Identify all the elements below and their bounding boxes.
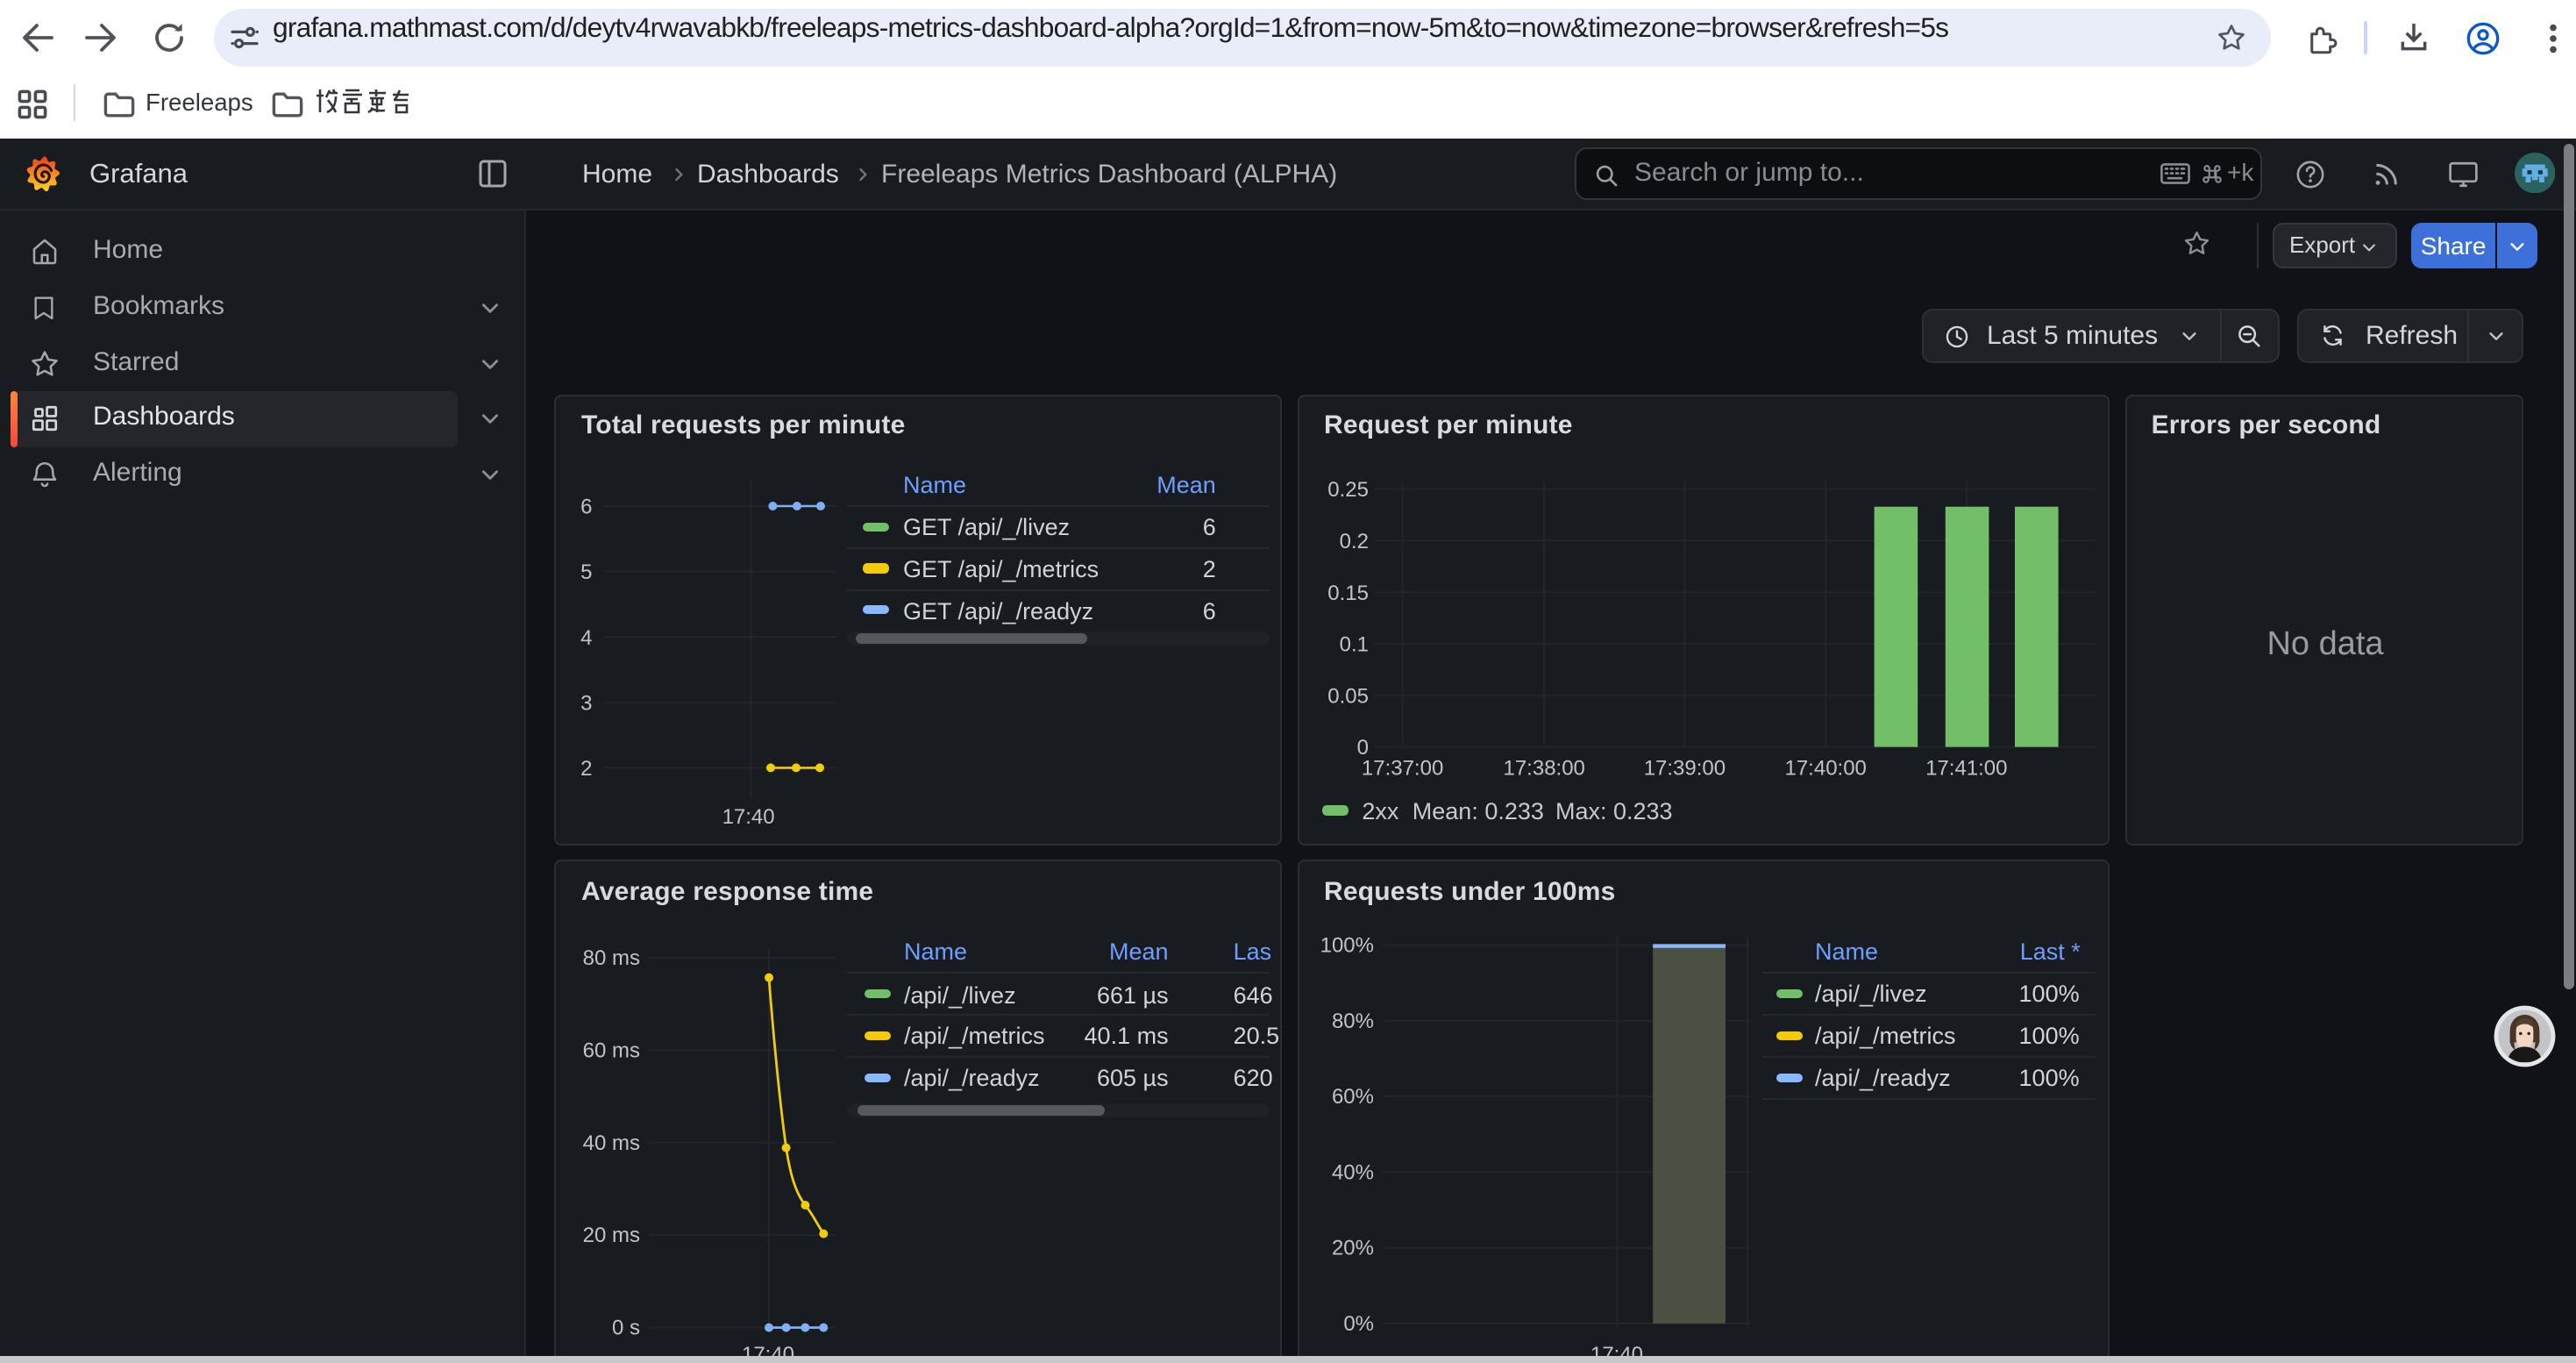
- svg-text:17:41:00: 17:41:00: [1925, 756, 2007, 780]
- svg-text:3: 3: [580, 690, 592, 714]
- svg-text:20%: 20%: [1332, 1237, 1374, 1260]
- svg-text:60%: 60%: [1332, 1085, 1374, 1109]
- svg-text:0.15: 0.15: [1327, 581, 1369, 604]
- svg-text:17:40:00: 17:40:00: [1784, 756, 1866, 780]
- svg-text:0.25: 0.25: [1327, 477, 1369, 501]
- svg-text:6: 6: [580, 495, 592, 518]
- svg-text:0.05: 0.05: [1327, 683, 1369, 707]
- svg-text:80%: 80%: [1332, 1010, 1374, 1033]
- svg-text:20 ms: 20 ms: [583, 1224, 640, 1247]
- svg-text:40 ms: 40 ms: [583, 1131, 640, 1155]
- svg-text:0 s: 0 s: [612, 1317, 640, 1340]
- svg-text:2: 2: [580, 756, 592, 780]
- svg-text:5: 5: [580, 560, 592, 583]
- svg-text:60 ms: 60 ms: [583, 1038, 640, 1062]
- svg-text:80 ms: 80 ms: [583, 946, 640, 970]
- svg-text:17:40: 17:40: [722, 804, 775, 828]
- svg-text:17:39:00: 17:39:00: [1644, 756, 1726, 780]
- svg-text:17:37:00: 17:37:00: [1362, 756, 1443, 780]
- svg-text:17:38:00: 17:38:00: [1503, 756, 1584, 780]
- svg-text:100%: 100%: [1320, 934, 1374, 958]
- svg-text:0.2: 0.2: [1340, 529, 1369, 553]
- svg-text:40%: 40%: [1332, 1160, 1374, 1184]
- svg-text:4: 4: [580, 625, 592, 649]
- svg-text:0.1: 0.1: [1340, 632, 1369, 656]
- svg-text:0%: 0%: [1343, 1312, 1374, 1336]
